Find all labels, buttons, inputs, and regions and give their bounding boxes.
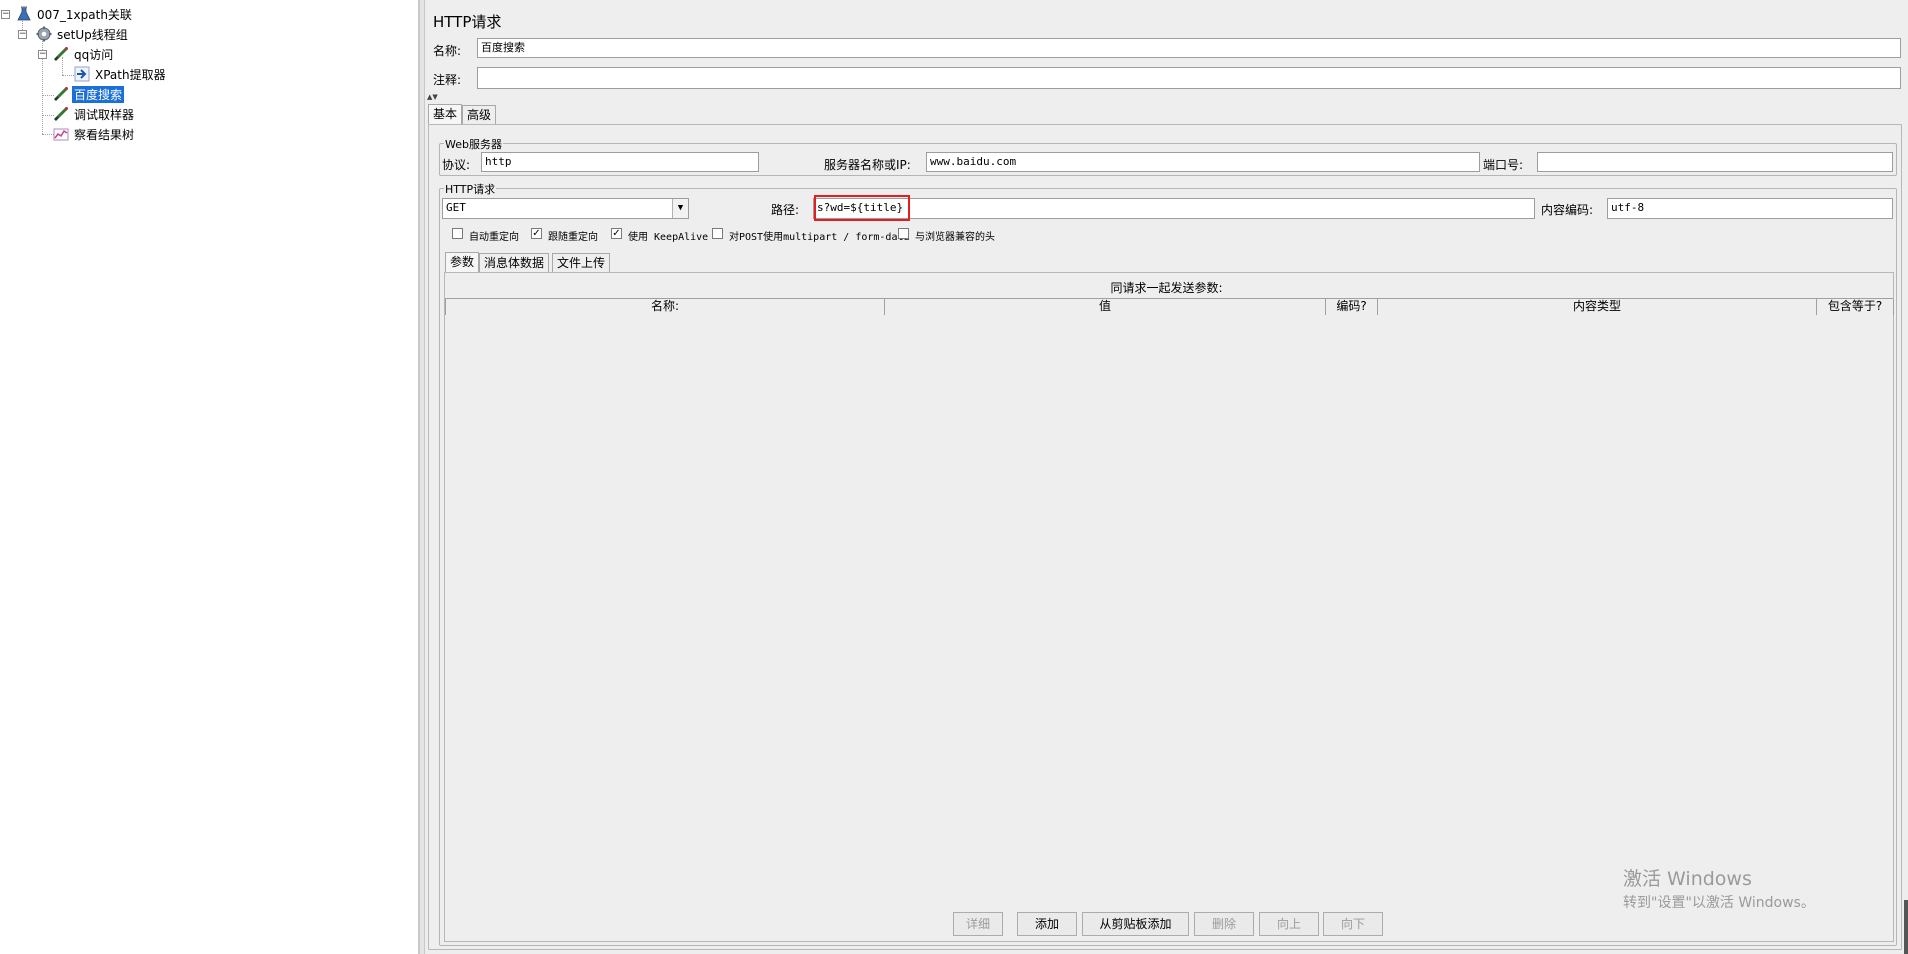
port-label: 端口号: [1483,158,1524,172]
sampler-pen-icon [53,46,69,62]
params-table-body[interactable] [445,316,1893,916]
tree-node-qq-sampler[interactable]: qq访问 [53,45,115,63]
tree-node-label-selected: 百度搜索 [72,85,125,103]
tab-file-upload[interactable]: 文件上传 [552,253,611,273]
tree-node-label: XPath提取器 [95,67,166,82]
web-server-group-title: Web服务器 [444,136,503,152]
tab-advanced[interactable]: 高级 [462,105,497,125]
tab-basic[interactable]: 基本 [428,104,463,124]
tree-node-setup-thread-group[interactable]: setUp线程组 [36,25,130,43]
server-name-label: 服务器名称或IP: [824,158,911,172]
tree-connector [62,75,74,76]
protocol-label: 协议: [442,158,471,172]
tree-node-view-results-tree[interactable]: 察看结果树 [53,125,136,143]
auto-redirect-checkbox[interactable] [452,228,463,239]
detail-button[interactable]: 详细 [953,912,1003,936]
http-request-group-title: HTTP请求 [444,181,497,197]
column-header-encode[interactable]: 编码? [1326,299,1378,315]
collapse-toggle-icon[interactable]: − [18,30,27,39]
windows-activation-title: 激活 Windows [1623,868,1752,890]
multipart-label: 对POST使用multipart / form-data [729,232,910,243]
browser-headers-checkbox[interactable] [898,228,909,239]
port-input[interactable] [1537,152,1893,172]
column-header-include-equals[interactable]: 包含等于? [1817,299,1894,315]
collapse-toggle-icon[interactable]: − [1,10,10,19]
method-value: GET [446,201,466,214]
window-edge-scrollbar[interactable] [1904,900,1908,954]
params-table-header: 名称: 值 编码? 内容类型 包含等于? [445,298,1894,315]
follow-redirects-checkbox[interactable]: ✓ [531,228,542,239]
tree-node-xpath-extractor[interactable]: XPath提取器 [74,65,168,83]
tab-body-data[interactable]: 消息体数据 [479,253,550,273]
protocol-input[interactable]: http [481,152,759,172]
column-header-value[interactable]: 值 [885,299,1326,315]
content-encoding-label: 内容编码: [1541,203,1594,217]
column-header-name[interactable]: 名称: [446,299,885,315]
sampler-pen-icon [53,106,69,122]
collapse-toggle-icon[interactable]: − [38,50,47,59]
tree-node-label: 调试取样器 [74,107,135,122]
tree-node-label: qq访问 [74,47,114,62]
tree-node-test-plan[interactable]: 007_1xpath关联 [16,5,134,23]
browser-headers-label: 与浏览器兼容的头 [915,232,995,243]
page-title: HTTP请求 [433,13,502,31]
follow-redirects-label: 跟随重定向 [548,232,598,243]
name-label: 名称: [433,44,462,58]
extractor-arrow-icon [74,66,90,82]
path-input[interactable]: s?wd=${title} [813,198,1535,219]
delete-button[interactable]: 删除 [1194,912,1254,936]
path-highlight-box [814,195,910,221]
tree-node-label: 007_1xpath关联 [37,7,132,22]
keepalive-label: 使用 KeepAlive [628,232,709,243]
collapse-arrows-icon[interactable]: ▲▼ [427,93,438,101]
comment-label: 注释: [433,73,462,87]
http-request-panel: HTTP请求 名称: 百度搜索 注释: ▲▼ 基本 高级 Web服务器 协议: … [425,0,1908,954]
comment-input[interactable] [477,67,1901,89]
test-plan-flask-icon [16,6,32,22]
add-button[interactable]: 添加 [1017,912,1077,936]
gear-icon [36,26,52,42]
listener-graph-icon [53,126,69,142]
tree-node-baidu-sampler[interactable]: 百度搜索 [53,85,125,103]
tree-node-label: 察看结果树 [74,127,135,142]
multipart-checkbox[interactable] [712,228,723,239]
keepalive-checkbox[interactable]: ✓ [611,228,622,239]
path-label: 路径: [771,203,800,217]
name-input[interactable]: 百度搜索 [477,38,1901,58]
tab-parameters[interactable]: 参数 [445,252,480,272]
column-header-content-type[interactable]: 内容类型 [1378,299,1817,315]
chevron-down-icon[interactable]: ▼ [672,199,688,218]
windows-activation-hint: 转到"设置"以激活 Windows。 [1623,895,1815,911]
move-down-button[interactable]: 向下 [1323,912,1383,936]
test-plan-tree[interactable]: − 007_1xpath关联 − setUp线程组 − qq访问 XPath提取… [0,0,419,954]
method-select[interactable]: GET ▼ [442,198,689,219]
sampler-pen-icon [53,86,69,102]
params-caption: 同请求一起发送参数: [1110,281,1223,295]
tree-node-debug-sampler[interactable]: 调试取样器 [53,105,136,123]
content-encoding-input[interactable]: utf-8 [1607,198,1893,219]
add-from-clipboard-button[interactable]: 从剪贴板添加 [1082,912,1189,936]
tree-node-label: setUp线程组 [57,27,128,42]
move-up-button[interactable]: 向上 [1259,912,1319,936]
auto-redirect-label: 自动重定向 [469,232,519,243]
server-name-input[interactable]: www.baidu.com [926,152,1480,172]
